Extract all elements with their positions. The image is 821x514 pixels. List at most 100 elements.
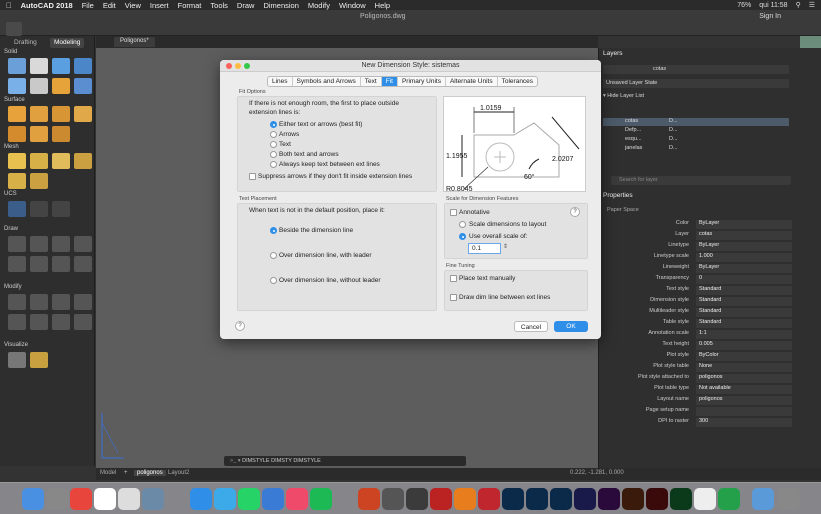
property-row[interactable]: Linetype scale 1.000 (603, 253, 792, 263)
suppress-arrows-checkbox[interactable] (249, 173, 256, 180)
line-icon[interactable] (8, 236, 26, 252)
property-value[interactable]: poligonos (696, 374, 792, 383)
app-store-icon[interactable] (190, 488, 212, 510)
new-file-icon[interactable] (6, 22, 22, 36)
property-value[interactable]: Standard (696, 308, 792, 317)
iphoto-icon[interactable] (142, 488, 164, 510)
surface-fillet-icon[interactable] (8, 126, 26, 142)
property-row[interactable]: Dimension style Standard (603, 297, 792, 307)
radio-over-without-leader[interactable] (270, 277, 277, 284)
preview-icon[interactable] (118, 488, 140, 510)
property-row[interactable]: Lineweight ByLayer (603, 264, 792, 274)
property-row[interactable]: Transparency 0 (603, 275, 792, 285)
surface-offset-icon[interactable] (74, 106, 92, 122)
ucs-3point-icon[interactable] (52, 201, 70, 217)
overall-scale-input[interactable]: 0.1 (468, 243, 501, 254)
property-row[interactable]: Text style Standard (603, 286, 792, 296)
sublime-icon[interactable] (454, 488, 476, 510)
layer-row[interactable]: cotas D... (603, 118, 789, 126)
ucs-origin-icon[interactable] (30, 201, 48, 217)
option-beside-dim[interactable]: Beside the dimension line (279, 227, 353, 234)
whatsapp-icon[interactable] (238, 488, 260, 510)
cancel-button[interactable]: Cancel (514, 321, 548, 332)
mesh-cylinder-icon[interactable] (30, 153, 48, 169)
spline-icon[interactable] (30, 256, 48, 272)
tab-modeling[interactable]: Modeling (50, 38, 85, 48)
add-layout-icon[interactable]: + (124, 470, 128, 476)
draw-dim-line-label[interactable]: Draw dim line between ext lines (459, 294, 550, 301)
section-ucs[interactable]: UCS (4, 191, 17, 197)
property-value[interactable]: 300 (696, 418, 792, 427)
circle-icon[interactable] (8, 256, 26, 272)
annotative-label[interactable]: Annotative (459, 209, 490, 216)
photos-icon[interactable] (94, 488, 116, 510)
illustrator-icon[interactable] (622, 488, 644, 510)
property-value[interactable] (696, 407, 792, 416)
layer-search-box[interactable]: Search for layer (611, 176, 791, 185)
tab-alternate-units[interactable]: Alternate Units (446, 77, 498, 86)
menu-dimension[interactable]: Dimension (263, 1, 298, 10)
property-row[interactable]: Color ByLayer (603, 220, 792, 230)
cylinder-icon[interactable] (30, 58, 48, 74)
section-mesh[interactable]: Mesh (4, 144, 19, 150)
presspull-icon[interactable] (52, 78, 70, 94)
tab-fit[interactable]: Fit (381, 77, 398, 86)
property-row[interactable]: Page setup name (603, 407, 792, 417)
menu-view[interactable]: View (125, 1, 141, 10)
section-modify[interactable]: Modify (4, 284, 22, 290)
arc-icon[interactable] (30, 236, 48, 252)
visual-style-icon[interactable] (8, 352, 26, 368)
radio-overall-scale[interactable] (459, 233, 466, 240)
property-value[interactable]: ByLayer (696, 264, 792, 273)
property-value[interactable]: 1.000 (696, 253, 792, 262)
radio-arrows[interactable] (270, 131, 277, 138)
tab-tolerances[interactable]: Tolerances (498, 77, 537, 86)
help-button[interactable]: ? (235, 321, 245, 331)
radio-best-fit[interactable] (270, 121, 277, 128)
property-value[interactable]: poligonos (696, 396, 792, 405)
surface-network-icon[interactable] (8, 106, 26, 122)
close-window-icon[interactable] (226, 63, 232, 69)
property-value[interactable]: 1:1 (696, 330, 792, 339)
command-line[interactable]: >_ ▾ DIMSTYLE DIMSTY DIMSTYLE (224, 456, 466, 466)
menu-help[interactable]: Help (375, 1, 390, 10)
option-always-keep[interactable]: Always keep text between ext lines (279, 161, 380, 168)
mesh-smooth-icon[interactable] (74, 153, 92, 169)
overall-scale-label[interactable]: Use overall scale of: (469, 233, 528, 240)
layer-state-dropdown[interactable]: Unsaved Layer State (603, 79, 789, 88)
launchpad-icon[interactable] (46, 488, 68, 510)
mesh-sphere-icon[interactable] (52, 153, 70, 169)
place-text-manually-checkbox[interactable] (450, 275, 457, 282)
mesh-refine-icon[interactable] (8, 173, 26, 189)
tab-text[interactable]: Text (361, 77, 382, 86)
music-icon[interactable] (286, 488, 308, 510)
array-icon[interactable] (74, 314, 92, 330)
menu-draw[interactable]: Draw (237, 1, 255, 10)
property-row[interactable]: Layer cotas (603, 231, 792, 241)
option-over-without-leader[interactable]: Over dimension line, without leader (279, 277, 381, 284)
scale-icon[interactable] (52, 314, 70, 330)
tab-symbols-arrows[interactable]: Symbols and Arrows (293, 77, 361, 86)
mesh-crease-icon[interactable] (30, 173, 48, 189)
app-menu[interactable]: AutoCAD 2018 (21, 1, 73, 10)
draw-dim-line-checkbox[interactable] (450, 294, 457, 301)
apple-menu-icon[interactable]:  (6, 1, 12, 10)
property-row[interactable]: Linetype ByLayer (603, 242, 792, 252)
menu-modify[interactable]: Modify (308, 1, 330, 10)
zoom-window-icon[interactable] (244, 63, 250, 69)
utorrent-icon[interactable] (718, 488, 740, 510)
box-icon[interactable] (8, 58, 26, 74)
minimize-window-icon[interactable] (235, 63, 241, 69)
prelude-icon[interactable] (574, 488, 596, 510)
property-row[interactable]: Text height 0.005 (603, 341, 792, 351)
property-row[interactable]: Plot style ByColor (603, 352, 792, 362)
layer-row[interactable]: Defp... D... (603, 127, 789, 135)
layout-tab-model[interactable]: Model (100, 470, 116, 476)
clock[interactable]: qui 11:58 (759, 2, 787, 9)
current-layer-field[interactable]: cotas (603, 65, 789, 74)
slice-icon[interactable] (74, 78, 92, 94)
property-row[interactable]: Annotation scale 1:1 (603, 330, 792, 340)
sign-in-button[interactable]: Sign In (759, 13, 781, 20)
ellipse-icon[interactable] (52, 256, 70, 272)
option-both[interactable]: Both text and arrows (279, 151, 339, 158)
